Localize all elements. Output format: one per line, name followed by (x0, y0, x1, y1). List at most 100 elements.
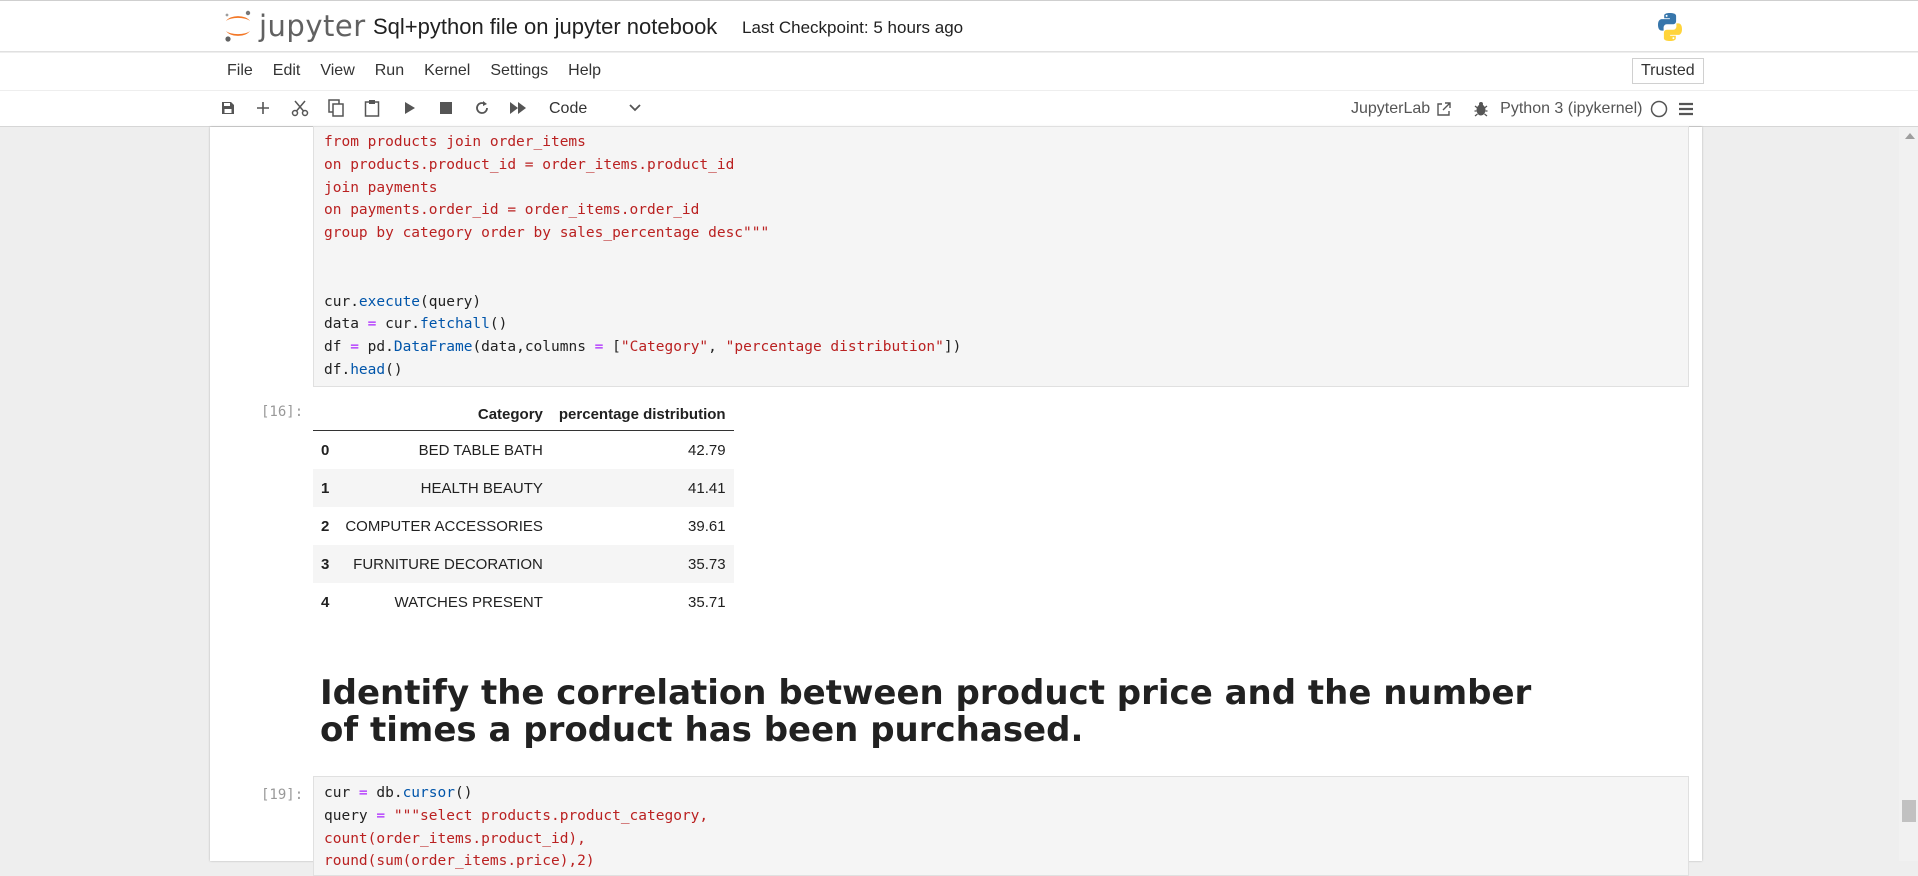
kernel-area: JupyterLab Python 3 (ipykernel) (1351, 100, 1694, 118)
debugger-icon[interactable] (1474, 101, 1488, 117)
kernel-name[interactable]: Python 3 (ipykernel) (1500, 100, 1642, 118)
last-checkpoint: Last Checkpoint: 5 hours ago (742, 18, 964, 37)
paste-icon[interactable] (362, 98, 382, 118)
input-prompt: [19]: (261, 787, 304, 803)
menu-run[interactable]: Run (375, 62, 404, 80)
category-cell: BED TABLE BATH (418, 441, 543, 459)
code-token: on products.product_id = order_items.pro… (324, 156, 735, 173)
code-cell-input[interactable]: from products join order_itemson product… (313, 126, 1689, 387)
row-index: 0 (321, 441, 330, 459)
code-token: (data,columns (472, 339, 595, 356)
code-token: (query) (420, 293, 482, 310)
menu-file[interactable]: File (227, 62, 253, 80)
menu-help[interactable]: Help (568, 62, 601, 80)
code-token: pd. (358, 339, 394, 356)
code-token: cursor (402, 785, 455, 801)
column-header-category: Category (337, 398, 551, 431)
code-line: group by category order by sales_percent… (314, 222, 1688, 245)
python-logo-icon (1654, 11, 1686, 48)
menu-edit[interactable]: Edit (273, 62, 301, 80)
markdown-heading[interactable]: Identify the correlation between product… (320, 675, 1570, 749)
code-line: on payments.order_id = order_items.order… (314, 199, 1688, 222)
menu-view[interactable]: View (320, 62, 354, 80)
code-token: db. (367, 785, 403, 801)
jupyter-logo[interactable]: jupyter (223, 7, 366, 45)
table-row: 2 COMPUTER ACCESSORIES 39.61 (313, 507, 734, 545)
run-icon[interactable] (400, 98, 420, 118)
code-line: count(order_items.product_id), (314, 828, 1688, 851)
stop-icon[interactable] (436, 98, 456, 118)
category-cell: COMPUTER ACCESSORIES (345, 517, 543, 535)
category-cell: HEALTH BEAUTY (337, 469, 551, 507)
code-token: "Category" (620, 339, 709, 356)
external-link-icon[interactable] (1436, 101, 1452, 117)
cell-type-select[interactable]: Code (549, 100, 587, 118)
code-token: = (358, 785, 368, 801)
table-row: 1 HEALTH BEAUTY 41.41 (313, 469, 734, 507)
code-token: = (350, 339, 359, 356)
jupyterlab-link[interactable]: JupyterLab (1351, 100, 1430, 118)
code-token: cur (324, 785, 359, 801)
menu-bar: File Edit View Run Kernel Settings Help … (0, 53, 1918, 90)
code-token: fetchall (420, 316, 490, 333)
code-token: () (489, 316, 508, 333)
code-line: query = """select products.product_categ… (314, 805, 1688, 828)
hamburger-menu-icon[interactable] (1678, 101, 1694, 117)
output-prompt: [16]: (261, 404, 304, 420)
restart-icon[interactable] (472, 98, 492, 118)
code-token: from products join order_items (324, 134, 586, 150)
code-token: () (454, 785, 473, 801)
code-line: df.head() (314, 359, 1688, 382)
percentage-cell: 35.73 (550, 545, 734, 583)
scrollbar-track[interactable] (1899, 127, 1918, 861)
code-token: head (350, 361, 386, 378)
code-token: data (324, 316, 368, 333)
cut-icon[interactable] (290, 98, 310, 118)
code-cell-input[interactable]: cur = db.cursor() query = """select produ… (313, 776, 1689, 876)
notebook-title[interactable]: Sql+python file on jupyter notebook (373, 14, 717, 40)
percentage-cell: 41.41 (550, 469, 734, 507)
notebook-header: jupyter Sql+python file on jupyter noteb… (0, 0, 1918, 52)
logo-wordmark: jupyter (259, 9, 366, 43)
scrollbar-thumb[interactable] (1902, 800, 1916, 822)
code-token: , (708, 339, 726, 356)
scroll-up-arrow-icon[interactable] (1905, 133, 1915, 139)
trusted-indicator[interactable]: Trusted (1632, 58, 1704, 84)
code-line: from products join order_items (314, 131, 1688, 154)
code-token: round(sum(order_items.price),2) (324, 853, 595, 870)
code-line: df = pd.DataFrame(data,columns = ["Categ… (314, 336, 1688, 359)
column-header-index (313, 398, 338, 431)
fast-forward-icon[interactable] (508, 98, 528, 118)
code-token: [ (603, 339, 621, 356)
row-index: 4 (321, 593, 330, 611)
category-cell: WATCHES PRESENT (394, 593, 543, 611)
code-token: () (385, 361, 403, 378)
copy-icon[interactable] (326, 98, 346, 118)
code-token: ]) (943, 339, 962, 356)
notebook-toolbar: Code JupyterLab Python 3 (ipykernel) (0, 91, 1918, 127)
percentage-cell: 42.79 (688, 441, 726, 459)
code-token: cur. (324, 293, 359, 310)
category-cell: FURNITURE DECORATION (337, 545, 551, 583)
percentage-cell: 39.61 (688, 517, 726, 535)
column-header-percentage: percentage distribution (550, 398, 734, 431)
save-icon[interactable] (218, 98, 238, 118)
code-line: round(sum(order_items.price),2) (314, 850, 1688, 873)
row-index: 3 (313, 545, 338, 583)
code-line: join payments (314, 177, 1688, 200)
table-row: 0 BED TABLE BATH 42.79 (313, 431, 734, 470)
menu-kernel[interactable]: Kernel (424, 62, 470, 80)
row-index: 1 (313, 469, 338, 507)
code-token: DataFrame (393, 339, 473, 356)
code-token: execute (358, 293, 421, 310)
percentage-cell: 35.71 (688, 593, 726, 611)
menu-settings[interactable]: Settings (490, 62, 548, 80)
code-line: cur.execute(query) (314, 291, 1688, 314)
add-cell-icon[interactable] (253, 98, 273, 118)
chevron-down-icon[interactable] (628, 101, 642, 120)
table-row: 4 WATCHES PRESENT 35.71 (313, 583, 734, 621)
code-token: df (324, 339, 351, 356)
